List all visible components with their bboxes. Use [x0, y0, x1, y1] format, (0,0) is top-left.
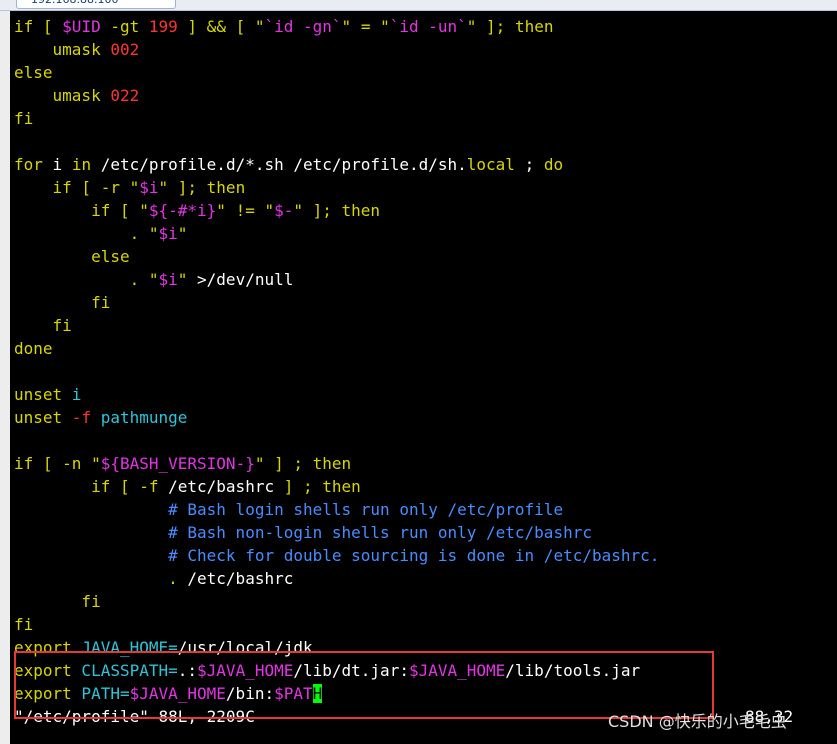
code-line: if [ -f /etc/bashrc ] ; then	[14, 475, 361, 498]
code-token: $i	[139, 178, 159, 197]
code-token: "	[177, 270, 198, 289]
code-token: -gt	[100, 17, 149, 36]
comment-line: # Check for double sourcing is done in /…	[14, 546, 660, 565]
code-line: unset -f pathmunge	[14, 406, 187, 429]
code-token: done	[14, 339, 53, 358]
code-token: `id -gn`	[264, 17, 342, 36]
code-token: local	[466, 155, 515, 174]
code-token: .	[14, 569, 188, 588]
code-line: if [ -r "$i" ]; then	[14, 176, 246, 199]
code-token: 199	[148, 17, 178, 36]
code-line: fi	[14, 291, 110, 314]
code-token: else	[14, 247, 130, 266]
code-line: . /etc/bashrc	[14, 567, 293, 590]
code-line: . "$i"	[14, 222, 188, 245]
code-token: -f	[62, 408, 101, 427]
code-token: " ]; then	[293, 201, 381, 220]
comment-line: # Bash login shells run only /etc/profil…	[14, 500, 564, 519]
code-token: else	[14, 63, 53, 82]
code-line: fi	[14, 613, 33, 636]
code-token: do	[543, 155, 564, 174]
tab-bar: 192.168.88.100	[0, 0, 837, 11]
code-line: fi	[14, 107, 33, 130]
code-token: . "	[14, 270, 159, 289]
terminal-screen[interactable]: if [ $UID -gt 199 ] && [ "`id -gn`" = "`…	[10, 11, 837, 744]
code-line: fi	[14, 590, 101, 613]
code-token: if [ -r "	[14, 178, 140, 197]
code-line: if [ "${-#*i}" != "$-" ]; then	[14, 199, 380, 222]
code-token: $i	[158, 270, 178, 289]
code-token: ] && [ "	[177, 17, 265, 36]
code-line: fi	[14, 314, 72, 337]
code-token: fi	[14, 316, 72, 335]
code-line: unset i	[14, 383, 81, 406]
code-token: fi	[14, 615, 34, 634]
code-token: i	[62, 385, 82, 404]
code-token: fi	[14, 109, 34, 128]
code-token: pathmunge	[100, 408, 188, 427]
code-token: /etc/bashrc	[187, 569, 294, 588]
highlight-box	[14, 651, 714, 719]
code-token: $UID	[62, 17, 101, 36]
code-token: umask	[14, 86, 111, 105]
code-token: if [	[14, 17, 63, 36]
code-token: if [ -f	[14, 477, 169, 496]
code-line: umask 002	[14, 38, 140, 61]
code-token: `id -un`	[389, 17, 467, 36]
code-token: if [ -n "	[14, 454, 101, 473]
code-token: fi	[14, 293, 111, 312]
code-token: . "	[14, 224, 159, 243]
code-line: done	[14, 337, 53, 360]
code-line: if [ $UID -gt 199 ] && [ "`id -gn`" = "`…	[14, 15, 553, 38]
code-token: $i	[158, 224, 178, 243]
comment-line: # Bash non-login shells run only /etc/ba…	[14, 523, 592, 542]
code-token: ] ; then	[274, 477, 361, 496]
code-token: ;	[514, 155, 544, 174]
code-line: for i in /etc/profile.d/*.sh /etc/profil…	[14, 153, 563, 176]
code-token: " = "	[341, 17, 390, 36]
code-token: " ]; then	[466, 17, 554, 36]
code-token: " ] ; then	[254, 454, 352, 473]
code-token: for	[14, 155, 43, 174]
code-token: ${-#*i}	[148, 201, 217, 220]
code-line: . "$i" >/dev/null	[14, 268, 294, 291]
code-token: umask	[14, 40, 111, 59]
code-line: umask 022	[14, 84, 140, 107]
code-token: i	[42, 155, 72, 174]
code-token: 022	[110, 86, 140, 105]
session-tab[interactable]: 192.168.88.100	[16, 0, 176, 9]
code-token: if [ "	[14, 201, 149, 220]
code-line: else	[14, 245, 130, 268]
code-token: " != "	[216, 201, 275, 220]
code-token: >/dev/null	[197, 270, 294, 289]
code-line: else	[14, 61, 53, 84]
code-token: /etc/bashrc	[168, 477, 275, 496]
code-token: "	[177, 224, 188, 243]
code-token: " ]; then	[158, 178, 246, 197]
code-token: /etc/profile.d/*.sh /etc/profile.d/sh.	[91, 155, 467, 174]
code-token: unset	[14, 408, 63, 427]
code-token: 002	[110, 40, 140, 59]
code-token: ${BASH_VERSION-}	[100, 454, 255, 473]
watermark: CSDN @快乐的小毛毛虫	[608, 712, 787, 731]
code-token: unset	[14, 385, 63, 404]
code-token: fi	[14, 592, 101, 611]
code-token: in	[71, 155, 92, 174]
code-token: $-	[274, 201, 294, 220]
code-line: if [ -n "${BASH_VERSION-}" ] ; then	[14, 452, 351, 475]
